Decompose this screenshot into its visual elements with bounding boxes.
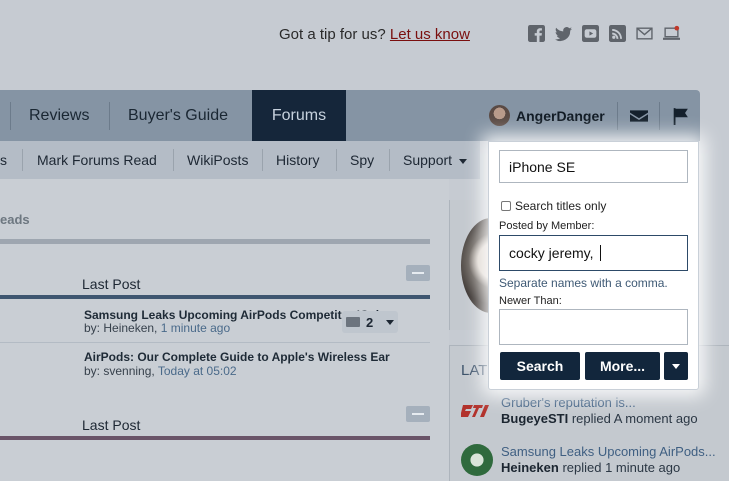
post-title-link[interactable]: AirPods: Our Complete Guide to Apple's W… [84, 350, 424, 364]
by-label: by: [84, 364, 101, 378]
sub-nav: s Mark Forums Read WikiPosts History Spy… [0, 141, 480, 179]
feed-thread-link[interactable]: Samsung Leaks Upcoming AirPods... [501, 444, 716, 459]
search-options-dropdown[interactable] [664, 352, 688, 380]
avatar [489, 105, 510, 126]
search-button[interactable]: Search [500, 352, 580, 380]
social-icons [528, 25, 680, 42]
youtube-icon[interactable] [582, 25, 599, 42]
last-post-header: Last Post [82, 417, 141, 433]
search-popup: iPhone SE Search titles only Posted by M… [488, 141, 699, 390]
chevron-down-icon [386, 319, 395, 325]
row-divider [0, 342, 430, 343]
text-cursor [599, 245, 601, 261]
alerts-button[interactable] [660, 90, 701, 141]
feed-user[interactable]: BugeyeSTI [501, 411, 568, 426]
post-meta: by: svenning, Today at 05:02 [84, 364, 237, 378]
posted-by-input[interactable]: cocky jeremy, [499, 235, 688, 271]
posted-by-label: Posted by Member: [499, 220, 595, 232]
feed-item: Samsung Leaks Upcoming AirPods... Heinek… [501, 444, 721, 476]
section-bar [0, 295, 430, 299]
collapse-button[interactable] [406, 265, 430, 281]
facebook-icon[interactable] [528, 25, 545, 42]
feed-action: replied 1 minute ago [562, 460, 681, 475]
tip-label: Got a tip for us? [279, 26, 386, 43]
feed-user[interactable]: Heineken [501, 460, 559, 475]
section-bar [0, 436, 430, 440]
reply-count: 2 [366, 314, 374, 330]
envelope-icon [629, 109, 648, 122]
chevron-down-icon [672, 363, 680, 369]
sub-item-spy[interactable]: Spy [350, 141, 374, 179]
top-bar: Got a tip for us? Let us know [0, 0, 729, 90]
titles-only-label[interactable]: Search titles only [515, 199, 606, 213]
nav-item-forums[interactable]: Forums [252, 90, 346, 141]
sub-item-history[interactable]: History [276, 141, 320, 179]
main-nav: Reviews Buyer's Guide Forums AngerDanger [0, 90, 700, 141]
rss-icon[interactable] [609, 25, 626, 42]
twitter-icon[interactable] [555, 25, 572, 42]
titles-only-checkbox[interactable] [501, 201, 511, 211]
search-query-value: iPhone SE [509, 158, 576, 175]
nav-item-buyers-guide[interactable]: Buyer's Guide [110, 90, 246, 141]
search-query-input[interactable]: iPhone SE [499, 150, 688, 183]
nav-item-reviews[interactable]: Reviews [11, 90, 107, 141]
more-button[interactable]: More... [585, 352, 660, 380]
flag-icon [673, 107, 688, 125]
folder-icon [346, 317, 360, 327]
newer-than-label: Newer Than: [499, 295, 562, 307]
let-us-know-link[interactable]: Let us know [390, 26, 470, 43]
newer-than-input[interactable] [499, 309, 688, 345]
sub-separator [22, 149, 23, 171]
feed-thread-link[interactable]: Gruber's reputation is... [501, 395, 636, 410]
post-time[interactable]: 1 minute ago [161, 321, 230, 335]
by-label: by: [84, 321, 101, 335]
feed-action: replied A moment ago [571, 411, 698, 426]
last-post-header: Last Post [82, 276, 141, 292]
names-hint: Separate names with a comma. [499, 276, 668, 290]
collapse-button[interactable] [406, 406, 430, 422]
mail-icon[interactable] [636, 25, 653, 42]
tip-text: Got a tip for us? Let us know [279, 26, 470, 43]
sti-logo-icon [461, 405, 489, 417]
section-divider [0, 239, 430, 244]
username: AngerDanger [516, 107, 605, 124]
chevron-down-icon [459, 158, 468, 164]
heineken-logo-icon [461, 444, 493, 476]
sub-separator [389, 149, 390, 171]
sub-item-wikiposts[interactable]: WikiPosts [187, 141, 248, 179]
sub-separator [336, 149, 337, 171]
reply-count-badge[interactable]: 2 [342, 311, 398, 333]
post-author[interactable]: svenning, [103, 364, 154, 378]
post-time[interactable]: Today at 05:02 [158, 364, 237, 378]
sub-item-support[interactable]: Support [403, 141, 468, 179]
feed-item: Gruber's reputation is... BugeyeSTI repl… [501, 395, 721, 427]
sub-separator [173, 149, 174, 171]
latest-heading: LAT [461, 362, 488, 379]
support-label: Support [403, 152, 453, 168]
user-menu[interactable]: AngerDanger [489, 90, 605, 141]
sub-item-partial[interactable]: s [0, 141, 7, 179]
threads-heading: eads [0, 212, 30, 227]
sub-item-mark-forums-read[interactable]: Mark Forums Read [37, 141, 157, 179]
laptop-icon[interactable] [663, 25, 680, 42]
posted-by-value: cocky jeremy, [509, 245, 594, 261]
inbox-button[interactable] [618, 90, 659, 141]
post-author[interactable]: Heineken, [103, 321, 157, 335]
post-meta: by: Heineken, 1 minute ago [84, 321, 230, 335]
sub-separator [262, 149, 263, 171]
